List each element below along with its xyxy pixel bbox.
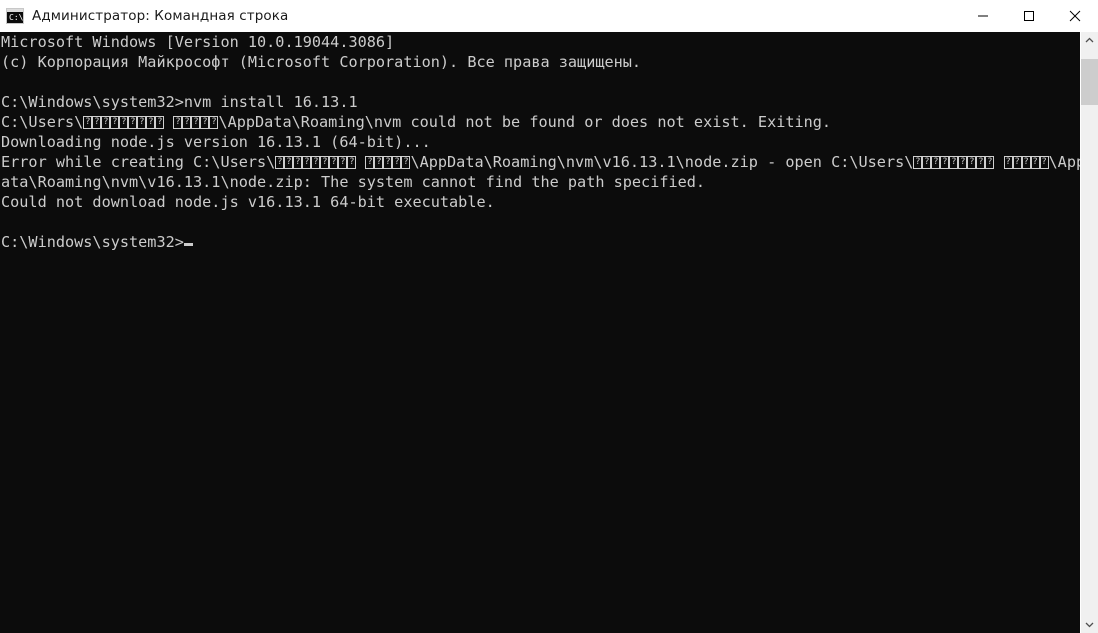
missing-glyph-box: ? — [92, 116, 102, 129]
close-button[interactable] — [1052, 0, 1098, 32]
console-line: ata\Roaming\nvm\v16.13.1\node.zip: The s… — [1, 173, 706, 191]
scroll-up-arrow-icon[interactable] — [1081, 32, 1098, 49]
console-line: C:\Users\????????? ????? \AppData\Roaming… — [1, 113, 832, 131]
scroll-down-arrow-icon[interactable] — [1081, 616, 1098, 633]
scrollbar-track[interactable] — [1081, 49, 1098, 616]
window-controls — [960, 0, 1098, 32]
console-line: C:\Windows\system32>nvm install 16.13.1 — [1, 93, 358, 111]
missing-glyph-box: ? — [922, 156, 932, 169]
missing-glyph-box: ? — [101, 116, 111, 129]
title-bar[interactable]: C:\ Администратор: Командная строка — [0, 0, 1098, 32]
missing-glyph-box: ? — [1012, 156, 1022, 169]
missing-glyph-box: ? — [374, 156, 384, 169]
console-area: Microsoft Windows [Version 10.0.19044.30… — [0, 32, 1098, 633]
missing-glyph-box: ? — [401, 156, 411, 169]
missing-glyph-box: ? — [146, 116, 156, 129]
missing-glyph-box: ? — [940, 156, 950, 169]
svg-text:C:\: C:\ — [9, 13, 24, 22]
window-title: Администратор: Командная строка — [32, 8, 289, 24]
missing-glyph-box: ? — [200, 116, 210, 129]
console-output[interactable]: Microsoft Windows [Version 10.0.19044.30… — [0, 32, 1080, 633]
missing-glyph-box: ? — [931, 156, 941, 169]
missing-glyph-box: ? — [83, 116, 93, 129]
missing-glyph-box: ? — [958, 156, 968, 169]
missing-glyph-box: ? — [173, 116, 183, 129]
missing-glyph-box: ? — [155, 116, 165, 129]
missing-glyph-box: ? — [985, 156, 995, 169]
missing-glyph-box: ? — [383, 156, 393, 169]
missing-glyph-box: ? — [329, 156, 339, 169]
scrollbar-thumb[interactable] — [1081, 59, 1098, 105]
missing-glyph-box: ? — [1021, 156, 1031, 169]
missing-glyph-box: ? — [1030, 156, 1040, 169]
missing-glyph-box: ? — [1003, 156, 1013, 169]
console-line: Downloading node.js version 16.13.1 (64-… — [1, 133, 431, 151]
missing-glyph-box: ? — [347, 156, 357, 169]
missing-glyph-box: ? — [365, 156, 375, 169]
missing-glyph-box: ? — [949, 156, 959, 169]
missing-glyph-box: ? — [392, 156, 402, 169]
text-cursor — [183, 243, 193, 246]
missing-glyph-box: ? — [119, 116, 129, 129]
missing-glyph-box: ? — [191, 116, 201, 129]
missing-glyph-box: ? — [128, 116, 138, 129]
missing-glyph-box: ? — [137, 116, 147, 129]
missing-glyph-box: ? — [284, 156, 294, 169]
maximize-button[interactable] — [1006, 0, 1052, 32]
missing-glyph-box: ? — [275, 156, 285, 169]
missing-glyph-box: ? — [320, 156, 330, 169]
missing-glyph-box: ? — [293, 156, 303, 169]
command-prompt-window: C:\ Администратор: Командная строка Micr… — [0, 0, 1098, 633]
console-line: Could not download node.js v16.13.1 64-b… — [1, 193, 495, 211]
missing-glyph-box: ? — [182, 116, 192, 129]
vertical-scrollbar[interactable] — [1080, 32, 1098, 633]
missing-glyph-box: ? — [913, 156, 923, 169]
console-line: C:\Windows\system32> — [0, 232, 1080, 252]
missing-glyph-box: ? — [311, 156, 321, 169]
missing-glyph-box: ? — [338, 156, 348, 169]
console-line: Error while creating C:\Users\????????? … — [1, 153, 1080, 171]
missing-glyph-box: ? — [209, 116, 219, 129]
console-line: Microsoft Windows [Version 10.0.19044.30… — [1, 33, 395, 51]
missing-glyph-box: ? — [1039, 156, 1049, 169]
console-line: (c) Корпорация Майкрософт (Microsoft Cor… — [1, 53, 642, 71]
cmd-console-icon: C:\ — [6, 8, 24, 24]
minimize-button[interactable] — [960, 0, 1006, 32]
missing-glyph-box: ? — [976, 156, 986, 169]
missing-glyph-box: ? — [110, 116, 120, 129]
missing-glyph-box: ? — [302, 156, 312, 169]
missing-glyph-box: ? — [967, 156, 977, 169]
